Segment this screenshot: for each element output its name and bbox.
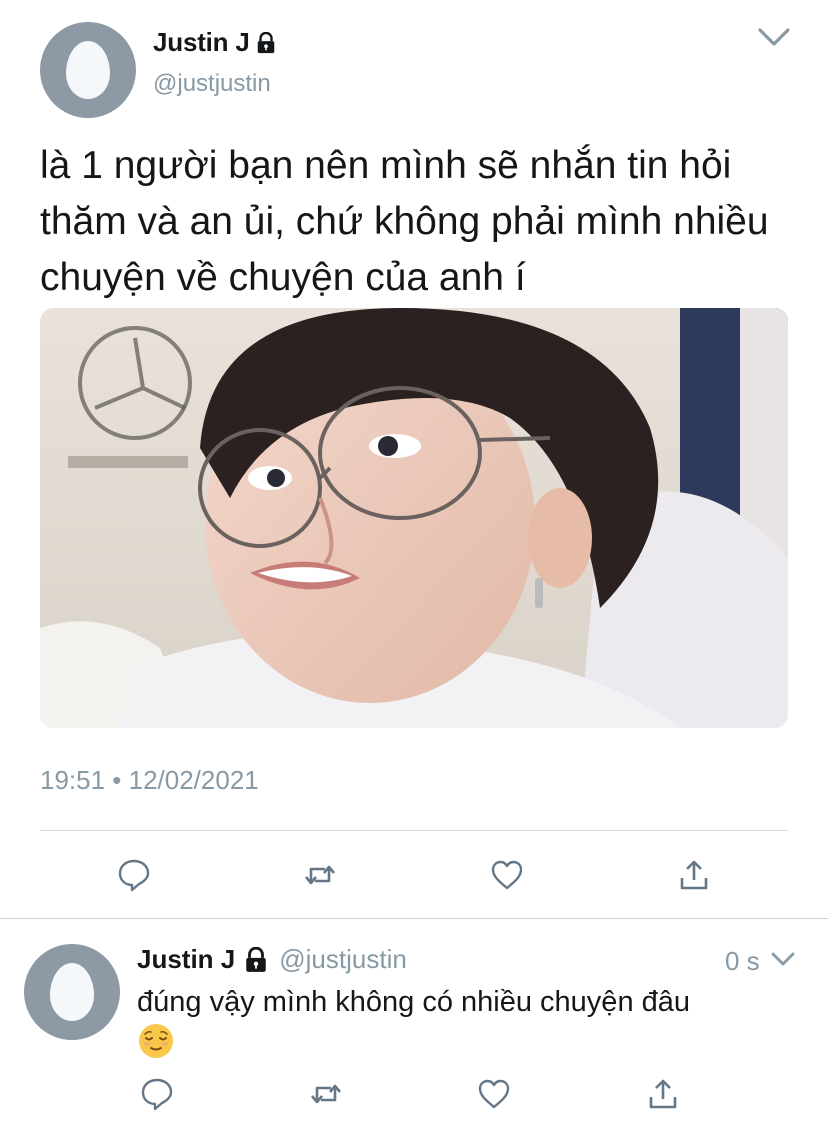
reply-display-name[interactable]: Justin J xyxy=(137,944,235,975)
display-name[interactable]: Justin J xyxy=(153,27,250,58)
avatar[interactable] xyxy=(40,22,136,118)
reply-text: đúng vậy mình không có nhiều chuyện đâu xyxy=(137,983,777,1060)
chevron-down-icon[interactable] xyxy=(770,950,796,968)
relieved-face-emoji xyxy=(139,1024,173,1059)
divider xyxy=(40,830,788,831)
share-icon xyxy=(649,1079,677,1109)
reply-icon xyxy=(118,859,150,892)
tweet-photo[interactable] xyxy=(40,308,788,728)
heart-icon xyxy=(478,1079,510,1109)
divider xyxy=(0,918,828,919)
tweet-author[interactable]: Justin J xyxy=(153,27,277,58)
share-button[interactable] xyxy=(674,855,714,895)
default-avatar-egg xyxy=(50,963,94,1021)
reply-time[interactable]: 0 s xyxy=(725,946,760,977)
reply-handle[interactable]: @justjustin xyxy=(279,944,407,975)
chevron-down-icon[interactable] xyxy=(757,26,791,48)
reply-text-content: đúng vậy mình không có nhiều chuyện đâu xyxy=(137,986,691,1018)
retweet-icon xyxy=(305,865,335,885)
retweet-button[interactable] xyxy=(300,855,340,895)
retweet-icon xyxy=(311,1084,341,1104)
reply-share-button[interactable] xyxy=(643,1074,683,1114)
photo-illustration xyxy=(40,308,788,728)
reply-button[interactable] xyxy=(114,855,154,895)
reply-retweet-button[interactable] xyxy=(306,1074,346,1114)
username-handle[interactable]: @justjustin xyxy=(153,70,271,98)
reply-author[interactable]: Justin J @justjustin xyxy=(137,944,407,975)
reply-avatar[interactable] xyxy=(24,944,120,1040)
tweet-timestamp[interactable]: 19:51 • 12/02/2021 xyxy=(40,765,259,796)
lock-icon xyxy=(246,946,266,972)
heart-icon xyxy=(491,860,523,890)
lock-icon xyxy=(257,31,274,53)
default-avatar-egg xyxy=(66,41,110,99)
reply-icon xyxy=(141,1078,173,1111)
tweet-text: là 1 người bạn nên mình sẽ nhắn tin hỏi … xyxy=(40,144,769,299)
reply-reply-button[interactable] xyxy=(137,1074,177,1114)
share-icon xyxy=(680,860,708,890)
reply-like-button[interactable] xyxy=(474,1074,514,1114)
like-button[interactable] xyxy=(487,855,527,895)
